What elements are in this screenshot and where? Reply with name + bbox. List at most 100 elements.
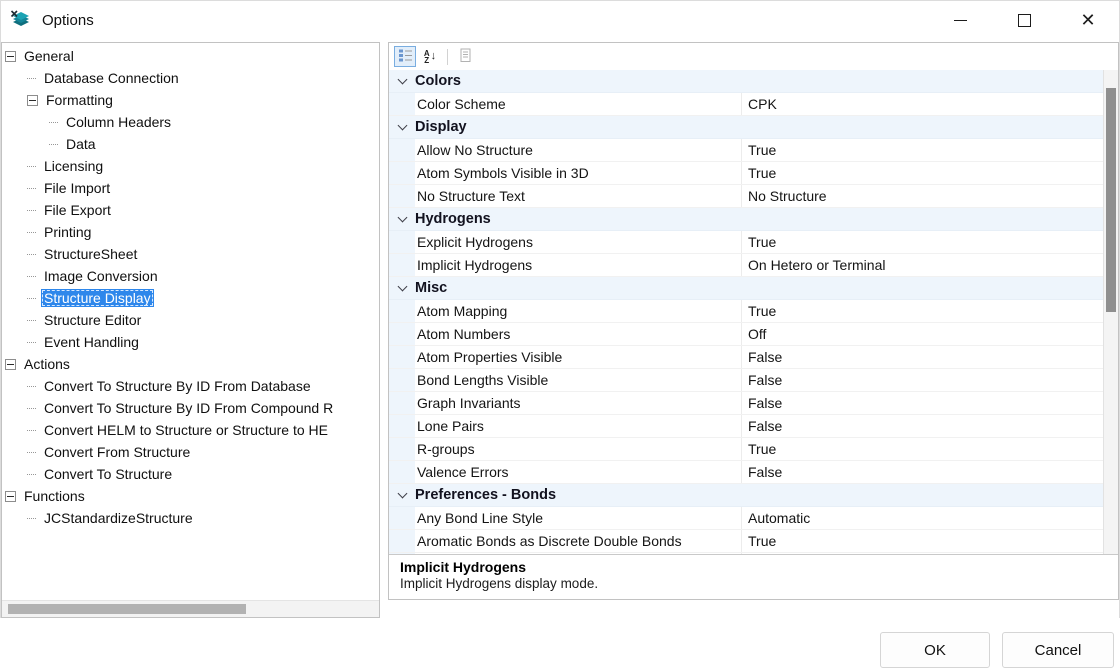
collapse-expander-icon[interactable]: [27, 95, 38, 106]
row-gutter: [389, 392, 415, 414]
tree-item-label: Column Headers: [63, 113, 174, 131]
grid-vertical-scrollbar[interactable]: [1103, 70, 1118, 554]
property-value[interactable]: False: [741, 369, 1103, 391]
property-row-r-groups[interactable]: R-groupsTrue: [389, 438, 1103, 461]
categorized-icon: [398, 48, 413, 66]
tree-item-formatting[interactable]: Formatting: [2, 89, 379, 111]
category-preferences-bonds[interactable]: Preferences - Bonds: [389, 484, 1103, 507]
property-name: Atom Numbers: [415, 323, 741, 345]
property-row-atom-numbers[interactable]: Atom NumbersOff: [389, 323, 1103, 346]
row-gutter: [389, 323, 415, 345]
property-value[interactable]: False: [741, 461, 1103, 483]
tree-rows: GeneralDatabase Connection Formatting Colu…: [2, 43, 379, 529]
category-hydrogens[interactable]: Hydrogens: [389, 208, 1103, 231]
property-row-atom-mapping[interactable]: Atom MappingTrue: [389, 300, 1103, 323]
tree-item-column-headers[interactable]: Column Headers: [2, 111, 379, 133]
tree-item-data[interactable]: Data: [2, 133, 379, 155]
property-value[interactable]: True: [741, 231, 1103, 253]
property-row-bond-lengths-visible[interactable]: Bond Lengths VisibleFalse: [389, 369, 1103, 392]
options-tree-panel: GeneralDatabase Connection Formatting Colu…: [1, 42, 380, 618]
property-name: Lone Pairs: [415, 415, 741, 437]
property-pages-button[interactable]: [454, 46, 476, 67]
property-name: No Structure Text: [415, 185, 741, 207]
cancel-button[interactable]: Cancel: [1002, 632, 1114, 668]
property-row-explicit-hydrogens[interactable]: Explicit HydrogensTrue: [389, 231, 1103, 254]
vertical-scrollbar-thumb[interactable]: [1106, 88, 1116, 312]
tree-connector: [27, 298, 36, 299]
tree-item-licensing[interactable]: Licensing: [2, 155, 379, 177]
tree-item-file-import[interactable]: File Import: [2, 177, 379, 199]
property-value[interactable]: True: [741, 438, 1103, 460]
alphabetical-sort-button[interactable]: A Z ↓: [419, 46, 441, 67]
tree-item-convert-to-structure-by-id-from-database[interactable]: Convert To Structure By ID From Database: [2, 375, 379, 397]
collapse-expander-icon[interactable]: [5, 51, 16, 62]
property-name: Atom Symbols Visible in 3D: [415, 162, 741, 184]
tree-item-structuresheet[interactable]: StructureSheet: [2, 243, 379, 265]
property-value[interactable]: False: [741, 392, 1103, 414]
tree-connector: [27, 188, 36, 189]
row-gutter: [389, 231, 415, 253]
tree-item-label: Formatting: [43, 91, 116, 109]
tree-item-structure-editor[interactable]: Structure Editor: [2, 309, 379, 331]
tree-horizontal-scrollbar[interactable]: [2, 600, 379, 617]
category-misc[interactable]: Misc: [389, 277, 1103, 300]
horizontal-scrollbar-thumb[interactable]: [8, 604, 246, 614]
tree-item-convert-helm-to-structure-or-structure-to-he[interactable]: Convert HELM to Structure or Structure t…: [2, 419, 379, 441]
property-row-no-structure-text[interactable]: No Structure TextNo Structure: [389, 185, 1103, 208]
tree-item-functions[interactable]: Functions: [2, 485, 379, 507]
collapse-expander-icon[interactable]: [5, 491, 16, 502]
property-value[interactable]: False: [741, 415, 1103, 437]
close-button[interactable]: ✕: [1056, 0, 1120, 40]
tree-item-event-handling[interactable]: Event Handling: [2, 331, 379, 353]
tree-item-structure-display[interactable]: Structure Display: [2, 287, 379, 309]
chevron-down-icon[interactable]: [397, 489, 407, 499]
property-row-color-scheme[interactable]: Color SchemeCPK: [389, 93, 1103, 116]
property-value[interactable]: No Structure: [741, 185, 1103, 207]
property-row-graph-invariants[interactable]: Graph InvariantsFalse: [389, 392, 1103, 415]
property-value[interactable]: True: [741, 300, 1103, 322]
collapse-expander-icon[interactable]: [5, 359, 16, 370]
tree-item-jcstandardizestructure[interactable]: JCStandardizeStructure: [2, 507, 379, 529]
property-value[interactable]: True: [741, 139, 1103, 161]
property-value[interactable]: CPK: [741, 93, 1103, 115]
property-value[interactable]: True: [741, 162, 1103, 184]
tree-item-convert-from-structure[interactable]: Convert From Structure: [2, 441, 379, 463]
property-value[interactable]: True: [741, 530, 1103, 552]
tree-item-database-connection[interactable]: Database Connection: [2, 67, 379, 89]
maximize-button[interactable]: [992, 0, 1056, 40]
property-row-aromatic-bonds-as-discrete-double-bonds[interactable]: Aromatic Bonds as Discrete Double BondsT…: [389, 530, 1103, 553]
categorized-button[interactable]: [394, 46, 416, 67]
tree-item-convert-to-structure[interactable]: Convert To Structure: [2, 463, 379, 485]
chevron-down-icon[interactable]: [397, 282, 407, 292]
tree-connector: [27, 276, 36, 277]
property-row-atom-properties-visible[interactable]: Atom Properties VisibleFalse: [389, 346, 1103, 369]
chevron-down-icon[interactable]: [397, 75, 407, 85]
dialog-footer: OK Cancel: [0, 618, 1120, 670]
property-row-valence-errors[interactable]: Valence ErrorsFalse: [389, 461, 1103, 484]
category-display[interactable]: Display: [389, 116, 1103, 139]
property-value[interactable]: False: [741, 346, 1103, 368]
tree-item-file-export[interactable]: File Export: [2, 199, 379, 221]
tree-item-image-conversion[interactable]: Image Conversion: [2, 265, 379, 287]
row-gutter: [389, 254, 415, 276]
property-row-lone-pairs[interactable]: Lone PairsFalse: [389, 415, 1103, 438]
row-gutter: [389, 93, 415, 115]
property-value[interactable]: Off: [741, 323, 1103, 345]
tree-item-printing[interactable]: Printing: [2, 221, 379, 243]
ok-button[interactable]: OK: [880, 632, 990, 668]
property-value[interactable]: Automatic: [741, 507, 1103, 529]
category-gutter: [389, 277, 415, 299]
minimize-button[interactable]: [928, 0, 992, 40]
tree-item-convert-to-structure-by-id-from-compound-r[interactable]: Convert To Structure By ID From Compound…: [2, 397, 379, 419]
property-value[interactable]: On Hetero or Terminal: [741, 254, 1103, 276]
property-row-implicit-hydrogens[interactable]: Implicit HydrogensOn Hetero or Terminal: [389, 254, 1103, 277]
property-row-allow-no-structure[interactable]: Allow No StructureTrue: [389, 139, 1103, 162]
chevron-down-icon[interactable]: [397, 213, 407, 223]
close-icon: ✕: [1080, 11, 1095, 29]
chevron-down-icon[interactable]: [397, 121, 407, 131]
property-row-any-bond-line-style[interactable]: Any Bond Line StyleAutomatic: [389, 507, 1103, 530]
category-colors[interactable]: Colors: [389, 70, 1103, 93]
tree-item-general[interactable]: General: [2, 45, 379, 67]
property-row-atom-symbols-visible-in-3d[interactable]: Atom Symbols Visible in 3DTrue: [389, 162, 1103, 185]
tree-item-actions[interactable]: Actions: [2, 353, 379, 375]
